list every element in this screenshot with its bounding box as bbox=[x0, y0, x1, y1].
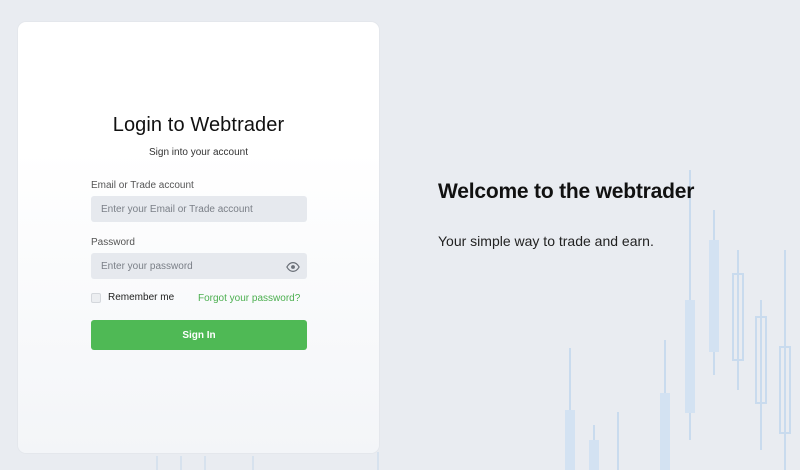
welcome-tagline: Your simple way to trade and earn. bbox=[438, 233, 654, 249]
login-card: Login to Webtrader Sign into your accoun… bbox=[18, 22, 379, 453]
sign-in-button[interactable]: Sign In bbox=[91, 320, 307, 350]
remember-me-label: Remember me bbox=[108, 292, 175, 303]
candle-body bbox=[685, 300, 695, 413]
login-title: Login to Webtrader bbox=[112, 114, 285, 136]
candle-body bbox=[709, 240, 719, 352]
remember-me-checkbox[interactable] bbox=[91, 292, 101, 303]
candle-body bbox=[660, 393, 670, 470]
password-label: Password bbox=[91, 237, 135, 248]
email-input[interactable] bbox=[91, 196, 307, 222]
eye-icon[interactable] bbox=[286, 260, 300, 274]
email-label: Email or Trade account bbox=[91, 180, 194, 191]
login-subtitle: Sign into your account bbox=[149, 147, 248, 158]
candle-body bbox=[565, 410, 575, 470]
welcome-heading: Welcome to the webtrader bbox=[438, 180, 695, 203]
forgot-password-link[interactable]: Forgot your password? bbox=[198, 293, 300, 304]
password-input[interactable] bbox=[91, 253, 307, 279]
remember-me[interactable]: Remember me bbox=[91, 292, 174, 303]
candle-body bbox=[589, 440, 599, 470]
